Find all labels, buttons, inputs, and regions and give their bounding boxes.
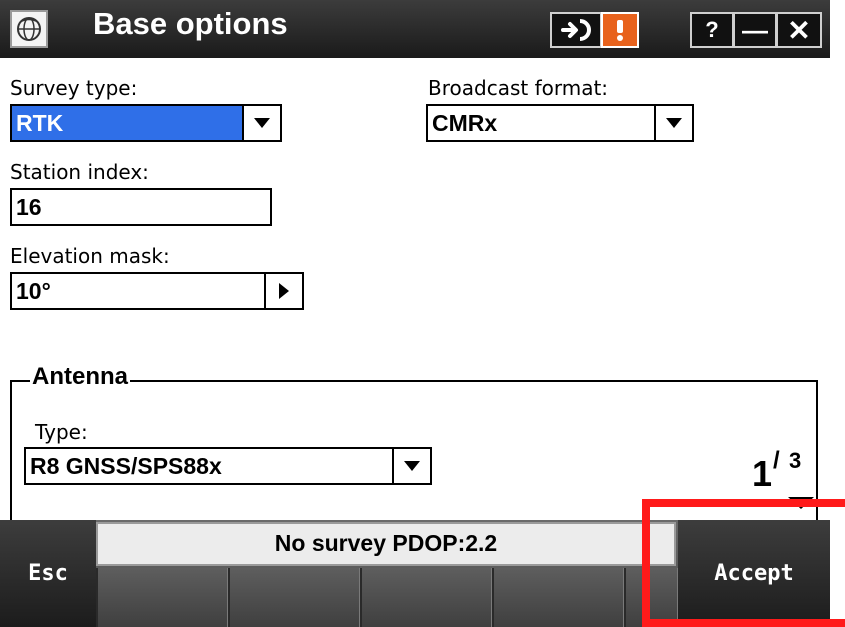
antenna-group-title: Antenna (30, 363, 130, 391)
alert-button[interactable] (601, 12, 639, 48)
screen: Base options ? — ✕ Survey type: RTK Broa… (0, 0, 845, 627)
page-current: 1 (752, 453, 772, 494)
close-button[interactable]: ✕ (776, 12, 822, 48)
esc-button[interactable]: Esc (0, 520, 96, 627)
page-total: 3 (789, 448, 801, 473)
accept-button-label: Accept (714, 561, 794, 586)
station-index-input[interactable]: 16 (10, 188, 272, 226)
antenna-type-select[interactable]: R8 GNSS/SPS88x (24, 447, 394, 485)
chevron-right-icon (279, 283, 289, 299)
softkey-1[interactable] (96, 568, 228, 627)
connect-arrow-icon (561, 19, 591, 41)
accept-button[interactable]: Accept (678, 520, 830, 627)
survey-type-select[interactable]: RTK (10, 104, 244, 142)
globe-icon (17, 17, 41, 41)
station-index-value: 16 (16, 194, 42, 220)
broadcast-format-value: CMRx (432, 110, 498, 136)
broadcast-format-label: Broadcast format: (428, 76, 609, 100)
minimize-button[interactable]: — (733, 12, 777, 48)
softkey-3[interactable] (360, 568, 492, 627)
elevation-mask-input[interactable]: 10° (10, 272, 266, 310)
status-panel: No survey PDOP:2.2 (96, 522, 676, 566)
page-slash: / (773, 447, 780, 474)
survey-type-label: Survey type: (10, 76, 138, 100)
broadcast-format-dropdown-button[interactable] (654, 104, 694, 142)
title-bar: Base options ? — ✕ (0, 0, 830, 58)
esc-button-label: Esc (28, 561, 68, 586)
softkey-4[interactable] (492, 568, 624, 627)
page-indicator[interactable]: 1 / 3 (748, 445, 818, 517)
softkey-2[interactable] (228, 568, 360, 627)
window-title: Base options (93, 6, 288, 41)
exclamation-icon (617, 20, 623, 41)
elevation-mask-label: Elevation mask: (10, 244, 170, 268)
antenna-type-value: R8 GNSS/SPS88x (30, 453, 222, 479)
chevron-down-icon (254, 118, 270, 128)
footer: No survey PDOP:2.2 Esc Accept (0, 520, 830, 627)
broadcast-format-select[interactable]: CMRx (426, 104, 656, 142)
connection-button[interactable] (550, 12, 602, 48)
survey-type-dropdown-button[interactable] (242, 104, 282, 142)
elevation-mask-popup-button[interactable] (264, 272, 304, 310)
elevation-mask-value: 10° (16, 278, 51, 304)
next-page-arrow-icon (788, 497, 814, 509)
page-indicator-graphic: 1 / 3 (752, 447, 814, 509)
station-index-label: Station index: (10, 160, 149, 184)
status-text: No survey PDOP:2.2 (274, 530, 498, 556)
app-logo-icon[interactable] (10, 10, 48, 48)
survey-type-value: RTK (16, 110, 64, 136)
antenna-type-label: Type: (35, 420, 88, 444)
chevron-down-icon (404, 461, 420, 471)
softkey-5[interactable] (624, 568, 678, 627)
chevron-down-icon (666, 118, 682, 128)
antenna-type-dropdown-button[interactable] (392, 447, 432, 485)
help-button[interactable]: ? (690, 12, 734, 48)
